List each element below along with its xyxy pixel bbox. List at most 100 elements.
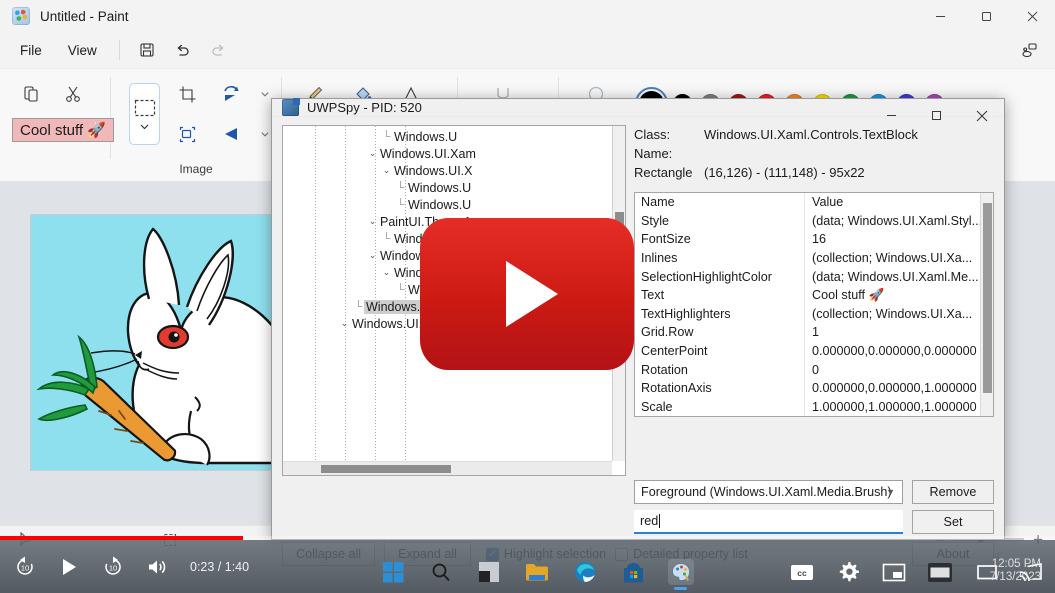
value-input[interactable]: red bbox=[634, 510, 903, 534]
property-value: (collection; Windows.UI.Xa... bbox=[812, 306, 973, 321]
save-icon[interactable] bbox=[130, 36, 164, 64]
chevron-down-icon: ⌄ bbox=[340, 318, 349, 328]
redo-icon[interactable] bbox=[202, 36, 236, 64]
tree-item[interactable]: └ Windows.U bbox=[283, 196, 625, 213]
property-name: CenterPoint bbox=[635, 341, 805, 361]
property-row[interactable]: TextHighlighters (collection; Windows.UI.… bbox=[635, 304, 993, 324]
tree-item[interactable]: └ Windows.UI.X bbox=[283, 281, 625, 298]
replay-10-icon[interactable]: 10 bbox=[12, 554, 38, 580]
menu-view[interactable]: View bbox=[56, 38, 109, 63]
play-icon[interactable] bbox=[56, 554, 82, 580]
select-tool-button[interactable] bbox=[129, 83, 160, 145]
tree-vertical-scrollbar[interactable] bbox=[612, 126, 625, 461]
uwpspy-title-bar: UWPSpy - PID: 520 bbox=[272, 98, 1004, 121]
paint-menu-bar: File View bbox=[0, 32, 1055, 68]
uwpspy-window: UWPSpy - PID: 520 └ Windows.U ⌄ Windows.UI.… bbox=[271, 98, 1005, 566]
property-row[interactable]: FontSize 16 bbox=[635, 230, 993, 249]
property-name: RotationAxis bbox=[635, 378, 805, 398]
property-row[interactable]: Style (data; Windows.UI.Xaml.Styl... bbox=[635, 211, 993, 231]
tree-item[interactable]: └ Windows.U bbox=[283, 179, 625, 196]
paste-icon[interactable] bbox=[14, 77, 48, 111]
paint-icon[interactable] bbox=[668, 559, 694, 590]
tree-item-label: Windows.UI.Xam bbox=[394, 231, 490, 246]
tree-item[interactable]: ⌄ Windows.UI.X bbox=[283, 162, 625, 179]
property-select-line: Foreground (Windows.UI.Xaml.Media.Brush)… bbox=[634, 480, 994, 504]
class-line: Class: Windows.UI.Xaml.Controls.TextBloc… bbox=[634, 125, 994, 144]
value-input-text: red bbox=[640, 514, 659, 528]
property-table[interactable]: Name Value Style (data; Windows.UI.Xaml.Sty… bbox=[634, 192, 994, 417]
cc-icon[interactable]: cc bbox=[789, 559, 815, 585]
resize-image-icon[interactable] bbox=[170, 117, 204, 151]
tree-item[interactable]: └ Windows.UI.Xam bbox=[283, 230, 625, 247]
property-row[interactable]: Rotation 0 bbox=[635, 360, 993, 379]
forward-10-icon[interactable]: 10 bbox=[100, 554, 126, 580]
tree-item[interactable]: └ Windows.U bbox=[283, 128, 625, 145]
tree-horizontal-scroll-thumb[interactable] bbox=[321, 465, 451, 473]
property-value: (collection; Windows.UI.Xa... bbox=[812, 251, 973, 266]
property-select[interactable]: Foreground (Windows.UI.Xaml.Media.Brush)… bbox=[634, 480, 903, 504]
tree-item[interactable]: ⌄ Windows.UI.Xam bbox=[283, 145, 625, 162]
volume-icon[interactable] bbox=[144, 554, 170, 580]
microsoft-store-icon[interactable] bbox=[620, 559, 646, 585]
property-row[interactable]: SelectionHighlightColor (data; Windows.UI… bbox=[635, 267, 993, 286]
set-button[interactable]: Set bbox=[912, 510, 994, 534]
property-row[interactable]: CenterPoint 0.000000,0.000000,0.000000 bbox=[635, 341, 993, 361]
property-row[interactable]: Scale 1.000000,1.000000,1.000000 bbox=[635, 397, 993, 416]
tree-item-label: Windows.UI.Xam bbox=[394, 265, 490, 280]
tree-item[interactable]: ⌄ Windows.UI.Xaml.C bbox=[283, 247, 625, 264]
tree-elbow-icon: └ bbox=[396, 181, 405, 194]
close-button[interactable] bbox=[1009, 0, 1055, 32]
editor-left-spacer bbox=[282, 480, 626, 534]
maximize-button[interactable] bbox=[963, 0, 1009, 32]
menu-file[interactable]: File bbox=[8, 38, 54, 63]
property-value: 0.000000,0.000000,0.000000 bbox=[812, 344, 977, 359]
property-vertical-scroll-thumb[interactable] bbox=[983, 203, 992, 393]
tree-item[interactable]: └ Windows.UI.Xaml.Controls.TextBlock bbox=[283, 298, 625, 315]
value-input-line: red Set bbox=[634, 510, 994, 534]
crop-icon[interactable] bbox=[170, 77, 204, 111]
miniplayer-icon[interactable] bbox=[881, 559, 907, 585]
file-explorer-icon[interactable] bbox=[524, 559, 550, 585]
property-row[interactable]: RotationAxis 0.000000,0.000000,1.000000 bbox=[635, 378, 993, 398]
flip-dropdown-chevron-icon[interactable] bbox=[258, 117, 271, 151]
property-value: (data; Windows.UI.Xaml.Me... bbox=[812, 269, 979, 284]
svg-text:cc: cc bbox=[797, 568, 807, 578]
cut-icon[interactable] bbox=[56, 77, 90, 111]
task-view-icon[interactable] bbox=[476, 559, 502, 585]
undo-icon[interactable] bbox=[166, 36, 200, 64]
flip-icon[interactable] bbox=[214, 117, 248, 151]
tree-elbow-icon: └ bbox=[396, 198, 405, 211]
start-icon[interactable] bbox=[380, 559, 406, 585]
tree-horizontal-scrollbar[interactable] bbox=[283, 461, 612, 475]
property-row[interactable]: Grid.Row 1 bbox=[635, 323, 993, 342]
remove-button[interactable]: Remove bbox=[912, 480, 994, 504]
settings-gear-icon[interactable] bbox=[835, 559, 861, 585]
tree-elbow-icon: └ bbox=[354, 300, 363, 313]
panel-splitter-handle[interactable]: ◂ bbox=[619, 257, 626, 291]
name-line: Name: bbox=[634, 144, 994, 163]
tree-item[interactable]: ⌄ PaintUI.ThemeAwar bbox=[283, 213, 625, 230]
rotate-icon[interactable] bbox=[214, 77, 248, 111]
uwpspy-editor-controls: Foreground (Windows.UI.Xaml.Media.Brush)… bbox=[272, 476, 1004, 534]
element-tree-panel[interactable]: └ Windows.U ⌄ Windows.UI.Xam ⌄ Windows.UI.X └ W… bbox=[282, 125, 626, 476]
search-icon[interactable] bbox=[428, 559, 454, 585]
property-row[interactable]: Inlines (collection; Windows.UI.Xa... bbox=[635, 248, 993, 268]
tree-item-label: Windows.UI.Xaml.Controls.Border bbox=[352, 316, 542, 331]
property-row[interactable]: Text Cool stuff 🚀 bbox=[635, 285, 993, 305]
edge-icon[interactable] bbox=[572, 559, 598, 585]
video-progress-track[interactable] bbox=[0, 536, 1055, 540]
minimize-button[interactable] bbox=[917, 0, 963, 32]
paint-canvas[interactable] bbox=[31, 215, 279, 470]
property-vertical-scrollbar[interactable] bbox=[980, 193, 993, 416]
paint-window-title: Untitled - Paint bbox=[40, 8, 129, 24]
tree-elbow-icon: └ bbox=[382, 130, 391, 143]
property-name: Grid.Row bbox=[635, 323, 805, 342]
share-icon[interactable] bbox=[1015, 36, 1043, 64]
tree-item[interactable]: ⌄ Windows.UI.Xam bbox=[283, 264, 625, 281]
tree-vertical-scroll-thumb[interactable] bbox=[615, 212, 624, 256]
property-name: Text bbox=[635, 285, 805, 305]
taskbar-clock[interactable]: 12:05 PM 7/13/2023 bbox=[990, 558, 1041, 584]
tree-item[interactable]: ⌄ Windows.UI.Xaml.Controls.Border bbox=[283, 315, 625, 332]
rotate-dropdown-chevron-icon[interactable] bbox=[258, 77, 271, 111]
theater-mode-icon[interactable] bbox=[927, 559, 953, 585]
